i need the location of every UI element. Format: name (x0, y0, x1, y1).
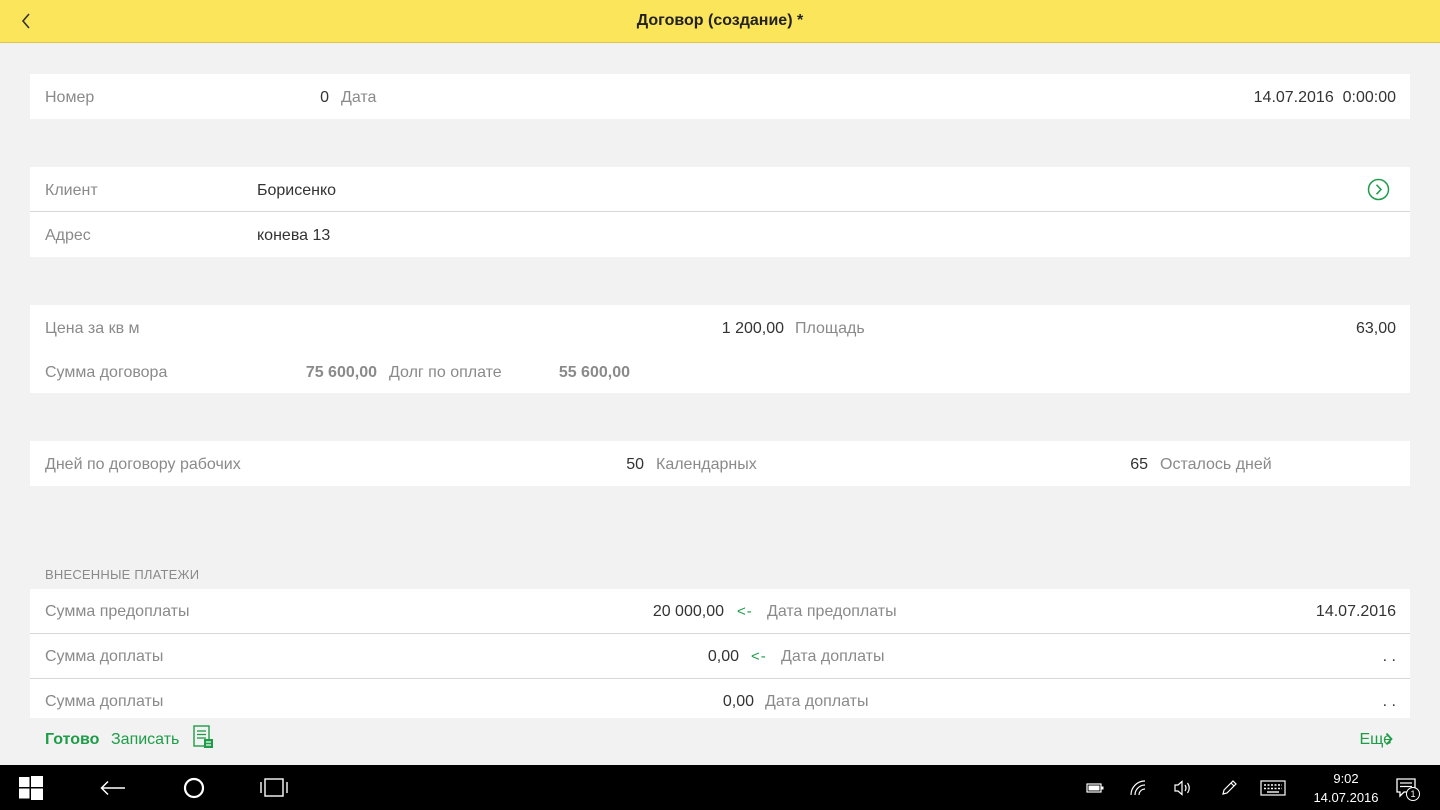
extra-payment-date-field-2[interactable]: . . (1383, 692, 1396, 712)
chevron-right-icon (1385, 732, 1393, 746)
days-row: Дней по договору рабочих 50 Календарных … (30, 441, 1410, 486)
extra-payment-date-label-2: Дата доплаты (765, 693, 869, 710)
extra-payment-field-2[interactable]: 0,00 (723, 692, 754, 712)
extra-payment-row: Сумма доплаты 0,00 <- Дата доплаты . . (30, 634, 1410, 679)
number-label: Номер (45, 89, 95, 106)
prepayment-date-label: Дата предоплаты (767, 603, 897, 620)
keyboard-icon (1260, 780, 1286, 796)
address-label: Адрес (45, 227, 91, 244)
calendar-days-label: Календарных (656, 456, 757, 473)
date-label: Дата (341, 89, 377, 106)
debt-label: Долг по оплате (389, 364, 502, 381)
payments-section-title: ВНЕСЕННЫЕ ПЛАТЕЖИ (45, 567, 200, 582)
client-label: Клиент (45, 182, 98, 199)
start-button[interactable] (18, 775, 44, 801)
number-date-card: Номер 0 Дата 14.07.2016 0:00:00 (30, 74, 1410, 119)
prepayment-row: Сумма предоплаты 20 000,00 <- Дата предо… (30, 589, 1410, 634)
prepayment-label: Сумма предоплаты (45, 603, 190, 620)
price-card: Цена за кв м 1 200,00 Площадь 63,00 Сумм… (30, 305, 1410, 393)
title-bar: Договор (создание) * (0, 0, 1440, 43)
document-icon (193, 725, 213, 748)
work-days-field[interactable]: 50 (626, 455, 644, 475)
clock-date: 14.07.2016 (1313, 790, 1379, 805)
price-row: Цена за кв м 1 200,00 Площадь 63,00 (30, 305, 1410, 350)
network-button[interactable] (1129, 775, 1149, 801)
extra-payment-field[interactable]: 0,00 (708, 647, 739, 667)
address-field[interactable]: конева 13 (257, 226, 330, 246)
contract-sum-value: 75 600,00 (305, 364, 377, 381)
prepayment-date-field[interactable]: 14.07.2016 (1316, 602, 1396, 622)
number-field[interactable]: 0 (320, 88, 329, 108)
pen-button[interactable] (1218, 775, 1240, 801)
client-card: Клиент Борисенко Адрес конева 13 (30, 167, 1410, 257)
clock-time: 9:02 (1333, 771, 1359, 786)
page-title: Договор (создание) * (636, 12, 804, 29)
address-row: Адрес конева 13 (30, 212, 1410, 257)
windows-taskbar: 9:02 14.07.2016 1 (0, 765, 1440, 810)
payments-card: Сумма предоплаты 20 000,00 <- Дата предо… (30, 589, 1410, 719)
windows-logo-icon (19, 776, 43, 800)
task-view-icon (260, 778, 288, 797)
cortana-circle-icon (183, 777, 205, 799)
prepayment-field[interactable]: 20 000,00 (653, 602, 724, 622)
touch-keyboard-button[interactable] (1259, 775, 1287, 801)
price-field[interactable]: 1 200,00 (722, 319, 784, 339)
date-field[interactable]: 14.07.2016 0:00:00 (1254, 88, 1396, 108)
cortana-button[interactable] (181, 775, 207, 801)
extra-payment-row-2: Сумма доплаты 0,00 Дата доплаты . . (30, 679, 1410, 719)
extra-payment-label: Сумма доплаты (45, 648, 164, 665)
calendar-days-field[interactable]: 65 (1130, 455, 1148, 475)
command-bar: Готово Записать Еще (0, 718, 1440, 765)
speaker-icon (1174, 780, 1190, 796)
fill-extra-payment-button[interactable]: <- (751, 647, 767, 667)
notification-count-badge: 1 (1406, 787, 1420, 801)
open-client-button[interactable] (1367, 178, 1390, 206)
taskbar-back-button[interactable] (99, 775, 127, 801)
chevron-right-circle-icon (1367, 178, 1390, 201)
done-button[interactable]: Готово (45, 730, 99, 750)
arrow-left-icon (100, 780, 125, 796)
days-left-label: Осталось дней (1160, 456, 1272, 473)
taskbar-clock[interactable]: 9:02 14.07.2016 (1306, 769, 1386, 807)
number-date-row: Номер 0 Дата 14.07.2016 0:00:00 (30, 74, 1410, 119)
fill-prepayment-button[interactable]: <- (737, 602, 753, 622)
more-chevron[interactable] (1385, 732, 1393, 751)
action-center-button[interactable]: 1 (1392, 775, 1420, 801)
client-field[interactable]: Борисенко (257, 181, 336, 201)
battery-icon (1086, 783, 1104, 793)
days-card: Дней по договору рабочих 50 Календарных … (30, 441, 1410, 486)
contract-sum-label: Сумма договора (45, 364, 168, 381)
extra-payment-date-field[interactable]: . . (1383, 647, 1396, 667)
price-label: Цена за кв м (45, 320, 140, 337)
pen-icon (1222, 780, 1237, 795)
volume-button[interactable] (1172, 775, 1194, 801)
client-row: Клиент Борисенко (30, 167, 1410, 212)
save-button[interactable]: Записать (111, 730, 179, 750)
task-view-button[interactable] (258, 775, 290, 801)
battery-button[interactable] (1085, 775, 1105, 801)
debt-value: 55 600,00 (558, 364, 630, 381)
extra-payment-label-2: Сумма доплаты (45, 693, 164, 710)
area-label: Площадь (795, 320, 865, 337)
wifi-icon (1130, 780, 1146, 796)
sum-row: Сумма договора 75 600,00 Долг по оплате … (30, 348, 1410, 393)
work-days-label: Дней по договору рабочих (45, 456, 241, 473)
extra-payment-date-label: Дата доплаты (781, 648, 885, 665)
area-field[interactable]: 63,00 (1356, 319, 1396, 339)
document-list-button[interactable] (192, 724, 216, 755)
